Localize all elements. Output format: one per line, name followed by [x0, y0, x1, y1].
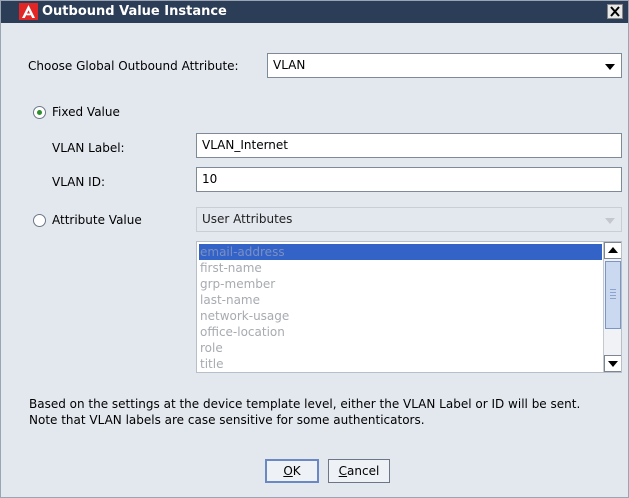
cancel-label-rest: ancel [347, 464, 380, 478]
close-x-icon [610, 6, 620, 17]
note-line-1: Based on the settings at the device temp… [29, 397, 581, 411]
chevron-down-icon [605, 64, 615, 70]
global-attribute-select[interactable]: VLAN [267, 53, 622, 78]
vlan-id-caption: VLAN ID: [52, 175, 105, 189]
note-line-2: Note that VLAN labels are case sensitive… [29, 413, 425, 427]
global-attribute-label: Choose Global Outbound Attribute: [28, 59, 239, 73]
list-item[interactable]: last-name [199, 292, 602, 308]
scroll-thumb[interactable] [605, 261, 621, 329]
cancel-mnemonic: C [338, 464, 348, 478]
list-item[interactable]: first-name [199, 260, 602, 276]
fixed-value-label[interactable]: Fixed Value [52, 105, 120, 119]
attribute-value-label[interactable]: Attribute Value [52, 213, 142, 227]
list-item[interactable]: email-address [199, 244, 602, 260]
list-item[interactable]: role [199, 340, 602, 356]
attribute-value-radio[interactable] [33, 214, 46, 227]
ok-button[interactable]: OK [265, 459, 319, 483]
list-scrollbar[interactable] [603, 242, 621, 372]
list-item[interactable]: title [199, 356, 602, 372]
ok-label-rest: K [292, 464, 301, 478]
scroll-down-button[interactable] [604, 355, 621, 372]
attribute-source-value: User Attributes [202, 212, 293, 226]
close-button[interactable] [607, 4, 623, 19]
app-logo-icon [19, 3, 38, 20]
ok-mnemonic: O [283, 464, 293, 478]
list-item[interactable]: grp-member [199, 276, 602, 292]
vlan-label-input[interactable]: VLAN_Internet [196, 133, 622, 158]
fixed-value-radio[interactable] [33, 106, 46, 119]
cancel-button[interactable]: Cancel [328, 459, 390, 483]
outbound-value-dialog: Outbound Value Instance Choose Global Ou… [0, 0, 629, 498]
attribute-list[interactable]: email-address first-name grp-member last… [196, 241, 622, 373]
grip-icon [610, 289, 616, 299]
vlan-id-input[interactable]: 10 [196, 167, 622, 192]
attribute-source-select[interactable]: User Attributes [196, 207, 622, 232]
list-item[interactable]: office-location [199, 324, 602, 340]
vlan-id-value: 10 [202, 172, 218, 186]
dialog-title: Outbound Value Instance [42, 4, 227, 19]
list-item[interactable]: network-usage [199, 308, 602, 324]
chevron-down-icon [605, 218, 615, 224]
vlan-label-caption: VLAN Label: [52, 141, 125, 155]
radio-selected-dot [37, 110, 42, 115]
scroll-up-button[interactable] [604, 242, 621, 259]
arrow-down-icon [608, 361, 618, 367]
title-bar[interactable]: Outbound Value Instance [1, 1, 628, 23]
global-attribute-value: VLAN [273, 58, 306, 72]
vlan-label-value: VLAN_Internet [202, 138, 289, 152]
arrow-up-icon [608, 247, 618, 253]
